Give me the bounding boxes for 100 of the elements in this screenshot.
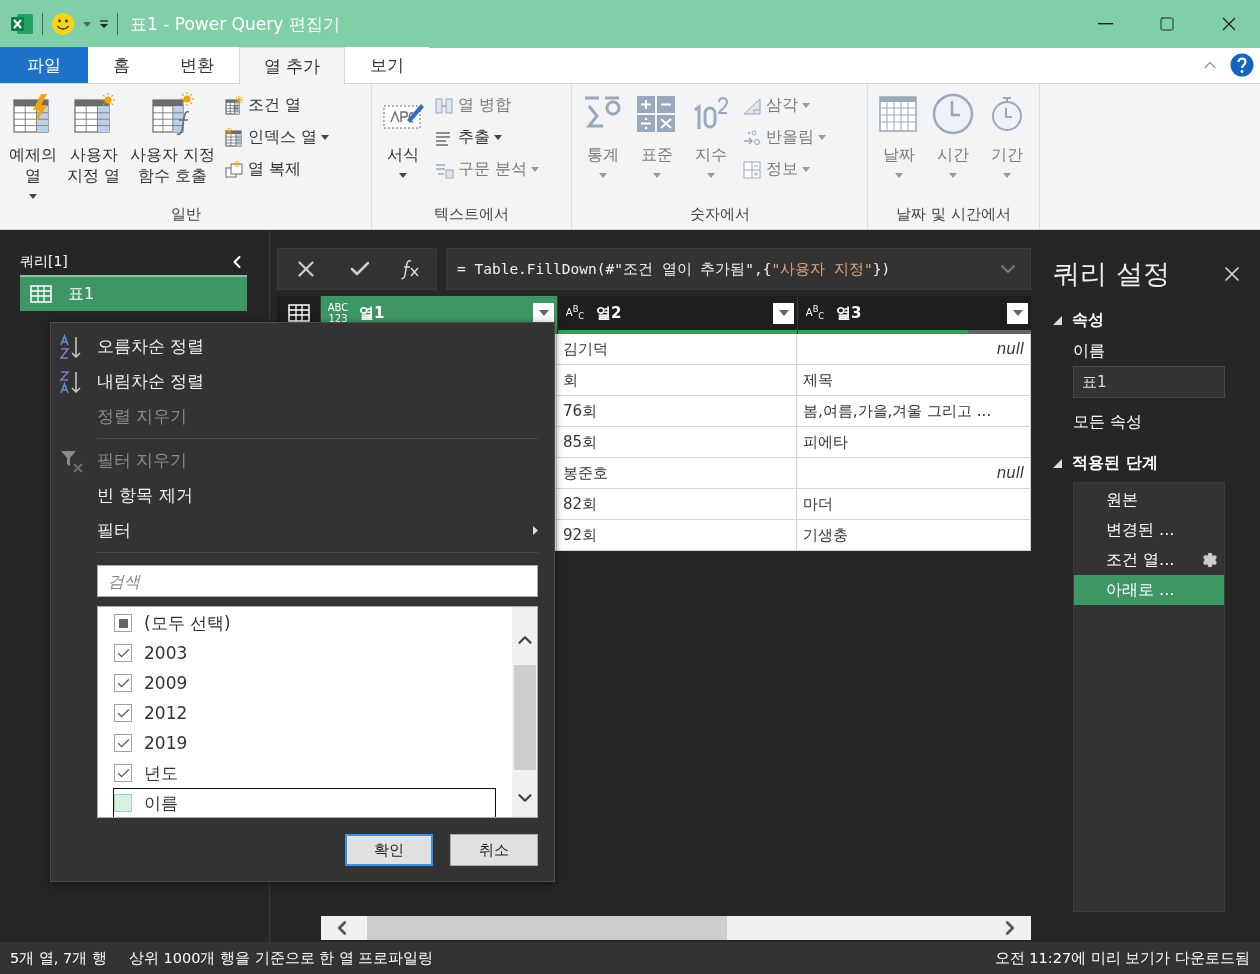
status-text: 상위 1000개 행을 기준으로 한 열 프로파일링 [128,948,434,968]
menu-item[interactable]: 내림차순 정렬 [51,364,538,399]
spreadsheet-app-icon[interactable] [10,13,34,35]
all-properties-link[interactable]: 모든 속성 [1073,412,1244,433]
applied-step[interactable]: 원본 [1074,485,1224,515]
group-label: 일반 [169,203,202,225]
checkbox[interactable] [114,734,132,752]
column-header[interactable]: A$^{B}$$_{C}$ 열3 [797,296,1031,330]
value-option[interactable]: (모두 선택) [113,608,496,638]
filter-dropdown-button[interactable] [533,302,554,324]
duplicate-column-icon [224,159,245,180]
query-item[interactable]: 표1 [20,275,247,311]
null-value: null [996,464,1024,482]
cell-text: 회 [563,370,578,390]
ribbon-button[interactable]: 사용자 지정 열 [64,84,124,199]
search-field[interactable]: 검색 [97,565,538,597]
ribbon-button[interactable]: 인덱스 열 [222,122,332,153]
checkbox[interactable] [114,674,132,692]
applied-step[interactable]: 조건 열... [1074,545,1224,575]
value-option[interactable]: 2009 [113,668,496,698]
ribbon-button[interactable]: 서식 [378,84,428,199]
formula-field[interactable]: = Table.FillDown(#"조건 열이 추가됨",{"사용자 지정"}) [446,248,1031,290]
cell-text: 피에타 [803,432,848,452]
applied-step[interactable]: 변경된 ... [1074,515,1224,545]
filter-dropdown-button[interactable] [773,302,794,324]
menu-item[interactable]: 빈 항목 제거 [51,478,538,513]
value-option[interactable]: 2003 [113,638,496,668]
section-header[interactable]: 적용된 단계 [1053,453,1244,474]
expander-triangle-icon [1053,459,1062,468]
queries-header: 쿼리[1] [20,253,68,271]
gear-icon[interactable] [1202,552,1218,568]
value-option[interactable]: 2012 [113,698,496,728]
sort-ascending-icon [59,333,83,360]
checkbox[interactable] [114,794,132,812]
dialog-button[interactable]: 취소 [450,834,538,866]
group-label: 날짜 및 시간에서 [895,203,1012,225]
rounding-arrow-icon [742,127,762,148]
table-icon [287,304,310,322]
group-label: 텍스트에서 [433,203,510,225]
column-name: 열3 [836,303,863,323]
information-grid-icon [742,159,762,180]
ribbon-button[interactable]: 열 복제 [222,154,332,185]
menu-item[interactable]: 오름차순 정렬 [51,329,538,364]
checkbox[interactable] [114,704,132,722]
section-header[interactable]: 속성 [1053,310,1244,331]
cell-text: 76회 [563,401,598,421]
index-column-icon [224,127,245,148]
cell-text: 85회 [563,432,598,452]
dropdown-triangle-icon [778,310,789,316]
caret-icon [83,21,91,27]
vertical-scrollbar[interactable] [512,607,537,817]
table-sun-icon [71,92,116,136]
horizontal-scrollbar[interactable] [321,916,1031,940]
value-option[interactable]: 2019 [113,728,496,758]
dialog-button[interactable]: 확인 [345,834,433,866]
value-option[interactable]: 년도 [113,758,496,788]
table-function-icon [150,92,195,136]
ribbon-tab[interactable]: 열 추가 [239,47,346,84]
filter-dropdown-button[interactable] [1007,302,1028,324]
cell-text: 92회 [563,525,598,545]
column-name: 열2 [596,303,623,323]
field-label: 이름 [1073,341,1106,362]
data-type-label: ABC 123 [326,302,350,324]
clock-icon [931,92,975,136]
checkbox[interactable] [114,644,132,662]
dropdown-triangle-icon [538,310,549,316]
customize-icon[interactable] [99,19,109,29]
checkbox[interactable] [114,764,132,782]
ribbon-button[interactable]: 추출 [432,122,542,153]
cell-text: 82회 [563,494,598,514]
cell-text: 봄,여름,가을,겨울 그리고 ... [803,401,992,421]
ribbon-button[interactable]: 사용자 지정 함수 호출 [127,84,219,199]
conditional-column-icon [224,95,245,116]
table-icon [30,285,52,303]
menu-item[interactable]: 필터 [51,513,538,548]
cell-text: 제목 [803,370,833,390]
ribbon-button[interactable]: 예제의 열 [6,84,60,199]
checkbox[interactable] [114,614,132,632]
ribbon-tab[interactable]: 파일 [0,47,88,83]
expander-triangle-icon [1053,316,1062,325]
applied-step[interactable]: 아래로 ... [1074,575,1224,605]
minimize-icon [1097,23,1113,25]
merge-columns-icon [434,95,454,116]
group-label: 숫자에서 [688,203,751,225]
name-field[interactable]: 표1 [1073,366,1225,398]
column-name: 열1 [359,303,386,323]
cell-text: 김기덕 [563,339,608,359]
cell-text: 기생충 [803,525,848,545]
submenu-arrow-icon [533,526,538,535]
sort-descending-icon [59,368,83,395]
column-header[interactable]: A$^{B}$$_{C}$ 열2 [557,296,797,330]
status-text: 오전 11:27에 미리 보기가 다운로드됨 [994,948,1250,968]
function-icon[interactable] [401,258,422,280]
value-option[interactable]: 이름 [113,788,496,817]
ribbon-button[interactable]: 조건 열 [222,90,332,121]
dropdown-triangle-icon [1012,310,1023,316]
status-text: 5개 열, 7개 행 [10,948,107,968]
help-icon[interactable] [1230,53,1254,77]
null-value: null [996,340,1024,358]
smiley-icon[interactable] [51,12,75,36]
